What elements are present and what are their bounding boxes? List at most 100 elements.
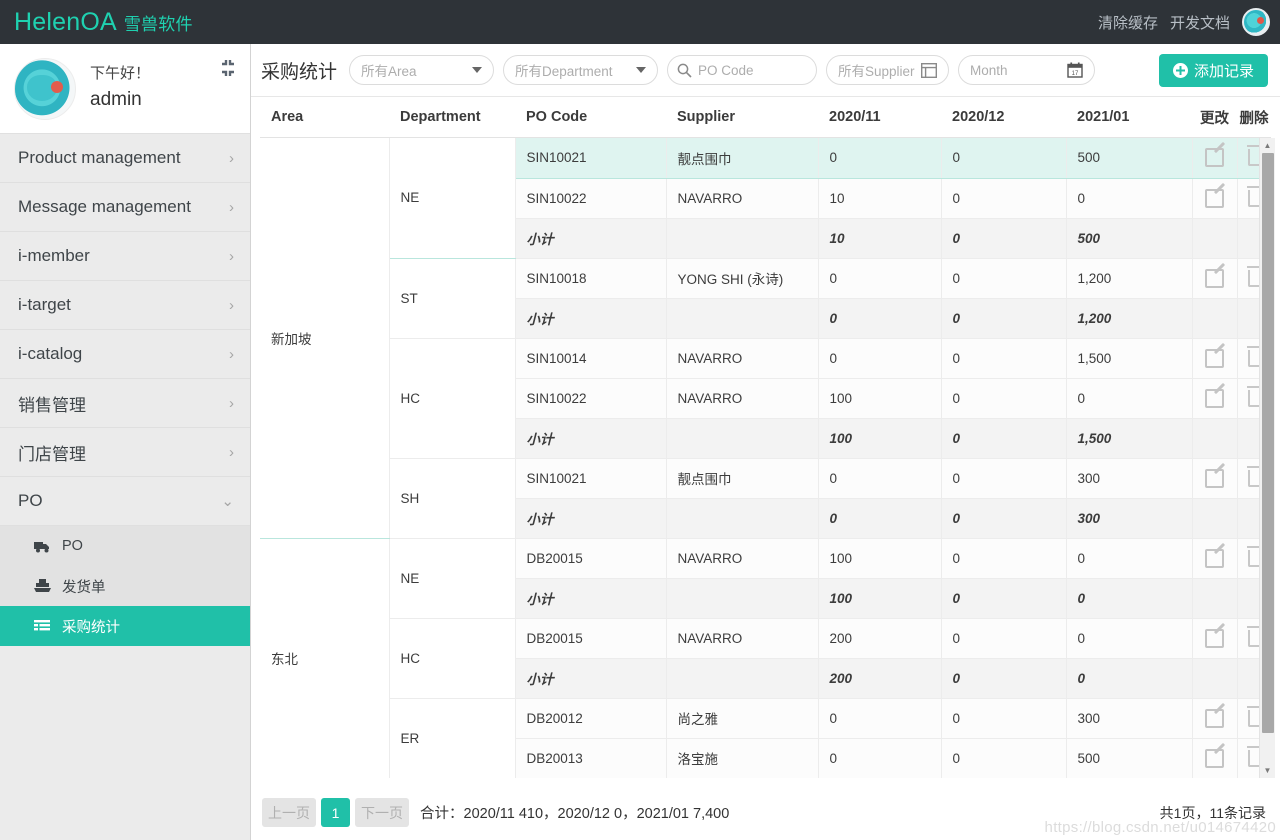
edit-pencil-icon[interactable] bbox=[1205, 628, 1224, 648]
subtotal-supplier-cell bbox=[666, 418, 819, 459]
column-header-supplier[interactable]: Supplier bbox=[666, 97, 818, 137]
edit-pencil-icon[interactable] bbox=[1205, 148, 1224, 168]
subtotal-month-3-cell: 500 bbox=[1066, 218, 1193, 259]
subtotal-supplier-cell bbox=[666, 658, 819, 699]
column-header-2021-01[interactable]: 2021/01 bbox=[1066, 97, 1192, 137]
edit-pencil-icon[interactable] bbox=[1205, 188, 1224, 208]
sidebar-item-message-management[interactable]: Message management › bbox=[0, 183, 250, 232]
vertical-scrollbar[interactable]: ▲ ▼ bbox=[1259, 138, 1275, 778]
department-cell: HC bbox=[389, 338, 516, 459]
clear-cache-link[interactable]: 清除缓存 bbox=[1098, 12, 1158, 33]
sidebar-item-i-target[interactable]: i-target › bbox=[0, 281, 250, 330]
sidebar-subitem-purchase-stats[interactable]: 采购统计 bbox=[0, 606, 250, 646]
department-cell: NE bbox=[389, 138, 516, 259]
po-code-cell: SIN10022 bbox=[515, 378, 667, 419]
edit-cell[interactable] bbox=[1192, 178, 1238, 219]
column-header-2020-11[interactable]: 2020/11 bbox=[818, 97, 941, 137]
department-filter-label: 所有Department bbox=[515, 64, 613, 79]
edit-cell[interactable] bbox=[1192, 698, 1238, 739]
page-number-button[interactable]: 1 bbox=[321, 798, 350, 827]
month-1-value-cell: 100 bbox=[818, 378, 942, 419]
sidebar-subitem-po[interactable]: PO bbox=[0, 526, 250, 566]
user-avatar-icon[interactable] bbox=[1242, 8, 1270, 36]
sidebar-item-sales-management[interactable]: 销售管理 › bbox=[0, 379, 250, 428]
vertical-scroll-thumb[interactable] bbox=[1262, 153, 1274, 733]
month-1-value-cell: 200 bbox=[818, 618, 942, 659]
empty-cell bbox=[1192, 578, 1238, 619]
sidebar-item-label: PO bbox=[18, 491, 43, 510]
sidebar-item-po[interactable]: PO ⌄ bbox=[0, 477, 250, 526]
subtotal-month-3-cell: 1,500 bbox=[1066, 418, 1193, 459]
collapse-icon[interactable] bbox=[218, 58, 238, 78]
top-actions: 清除缓存 开发文档 bbox=[1098, 8, 1270, 36]
month-1-value-cell: 0 bbox=[818, 458, 942, 499]
edit-cell[interactable] bbox=[1192, 458, 1238, 499]
chevron-down-icon: ⌄ bbox=[221, 493, 234, 510]
username-text: admin bbox=[90, 88, 142, 110]
supplier-cell: 靓点围巾 bbox=[666, 458, 819, 499]
po-code-search-input[interactable]: PO Code bbox=[667, 55, 818, 85]
next-page-button[interactable]: 下一页 bbox=[355, 798, 409, 827]
column-header-area[interactable]: Area bbox=[260, 97, 389, 137]
sidebar-item-i-catalog[interactable]: i-catalog › bbox=[0, 330, 250, 379]
sidebar-item-product-management[interactable]: Product management › bbox=[0, 134, 250, 183]
column-header-department[interactable]: Department bbox=[389, 97, 515, 137]
subtotal-month-1-cell: 100 bbox=[818, 418, 942, 459]
month-1-value-cell: 10 bbox=[818, 178, 942, 219]
sidebar-item-store-management[interactable]: 门店管理 › bbox=[0, 428, 250, 477]
edit-cell[interactable] bbox=[1192, 738, 1238, 778]
subtotal-month-3-cell: 300 bbox=[1066, 498, 1193, 539]
month-2-value-cell: 0 bbox=[941, 378, 1067, 419]
sidebar-subitem-shipment[interactable]: 发货单 bbox=[0, 566, 250, 606]
table-body-scroll-area[interactable]: 新加坡 NE SIN10021 靓点围巾 0 0 500 SIN10022 NAVARRO 10 0… bbox=[260, 138, 1271, 778]
month-filter-input[interactable]: Month 17 bbox=[958, 55, 1096, 85]
subtotal-label-cell: 小计 bbox=[515, 218, 667, 259]
edit-pencil-icon[interactable] bbox=[1205, 548, 1224, 568]
scroll-up-arrow-icon[interactable]: ▲ bbox=[1260, 138, 1275, 153]
add-record-button[interactable]: 添加记录 bbox=[1158, 53, 1268, 87]
subtotal-supplier-cell bbox=[666, 218, 819, 259]
totals-summary: 合计：2020/11 410，2020/12 0，2021/01 7,400 bbox=[420, 806, 730, 822]
scroll-down-arrow-icon[interactable]: ▼ bbox=[1260, 763, 1275, 778]
app-logo[interactable]: HelenOA 雪兽软件 bbox=[14, 8, 193, 37]
edit-cell[interactable] bbox=[1192, 538, 1238, 579]
edit-pencil-icon[interactable] bbox=[1205, 268, 1224, 288]
supplier-cell: NAVARRO bbox=[666, 538, 819, 579]
prev-page-button[interactable]: 上一页 bbox=[262, 798, 316, 827]
calendar-icon: 17 bbox=[1067, 62, 1083, 78]
table-row[interactable]: ST SIN10018 YONG SHI (永诗) 0 0 1,200 bbox=[260, 258, 1271, 339]
table-row[interactable]: ER DB20012 尚之雅 0 0 300 bbox=[260, 698, 1271, 778]
month-1-value-cell: 0 bbox=[818, 138, 942, 179]
table-header-row: Area Department PO Code Supplier 2020/11… bbox=[260, 97, 1271, 137]
dev-docs-link[interactable]: 开发文档 bbox=[1170, 12, 1230, 33]
edit-pencil-icon[interactable] bbox=[1205, 348, 1224, 368]
edit-cell[interactable] bbox=[1192, 338, 1238, 379]
department-cell: HC bbox=[389, 618, 516, 699]
department-filter-select[interactable]: 所有Department bbox=[503, 55, 659, 85]
edit-cell[interactable] bbox=[1192, 258, 1238, 299]
edit-cell[interactable] bbox=[1192, 618, 1238, 659]
edit-pencil-icon[interactable] bbox=[1205, 388, 1224, 408]
table-row[interactable]: 新加坡 NE SIN10021 靓点围巾 0 0 500 bbox=[260, 138, 1271, 539]
subtotal-label-cell: 小计 bbox=[515, 498, 667, 539]
edit-pencil-icon[interactable] bbox=[1205, 708, 1224, 728]
edit-cell[interactable] bbox=[1192, 138, 1238, 179]
supplier-filter-select[interactable]: 所有Supplier bbox=[826, 55, 950, 85]
sidebar-item-i-member[interactable]: i-member › bbox=[0, 232, 250, 281]
month-3-value-cell: 1,200 bbox=[1066, 258, 1193, 299]
edit-cell[interactable] bbox=[1192, 378, 1238, 419]
column-header-edit: 更改 bbox=[1192, 97, 1237, 137]
record-count: 共1页，11条记录 bbox=[1159, 804, 1266, 821]
area-filter-select[interactable]: 所有Area bbox=[349, 55, 495, 85]
edit-pencil-icon[interactable] bbox=[1205, 748, 1224, 768]
table-row[interactable]: HC SIN10014 NAVARRO 0 0 1,500 bbox=[260, 338, 1271, 459]
column-header-po-code[interactable]: PO Code bbox=[515, 97, 666, 137]
table-row[interactable]: HC DB20015 NAVARRO 200 0 0 bbox=[260, 618, 1271, 699]
toolbar: 采购统计 所有Area 所有Department PO Code 所有Suppl… bbox=[251, 44, 1280, 97]
column-header-2020-12[interactable]: 2020/12 bbox=[941, 97, 1066, 137]
table-row[interactable]: SH SIN10021 靓点围巾 0 0 300 bbox=[260, 458, 1271, 539]
supplier-cell: NAVARRO bbox=[666, 338, 819, 379]
edit-pencil-icon[interactable] bbox=[1205, 468, 1224, 488]
subtotal-supplier-cell bbox=[666, 298, 819, 339]
table-row[interactable]: 东北 NE DB20015 NAVARRO 100 0 0 bbox=[260, 538, 1271, 778]
